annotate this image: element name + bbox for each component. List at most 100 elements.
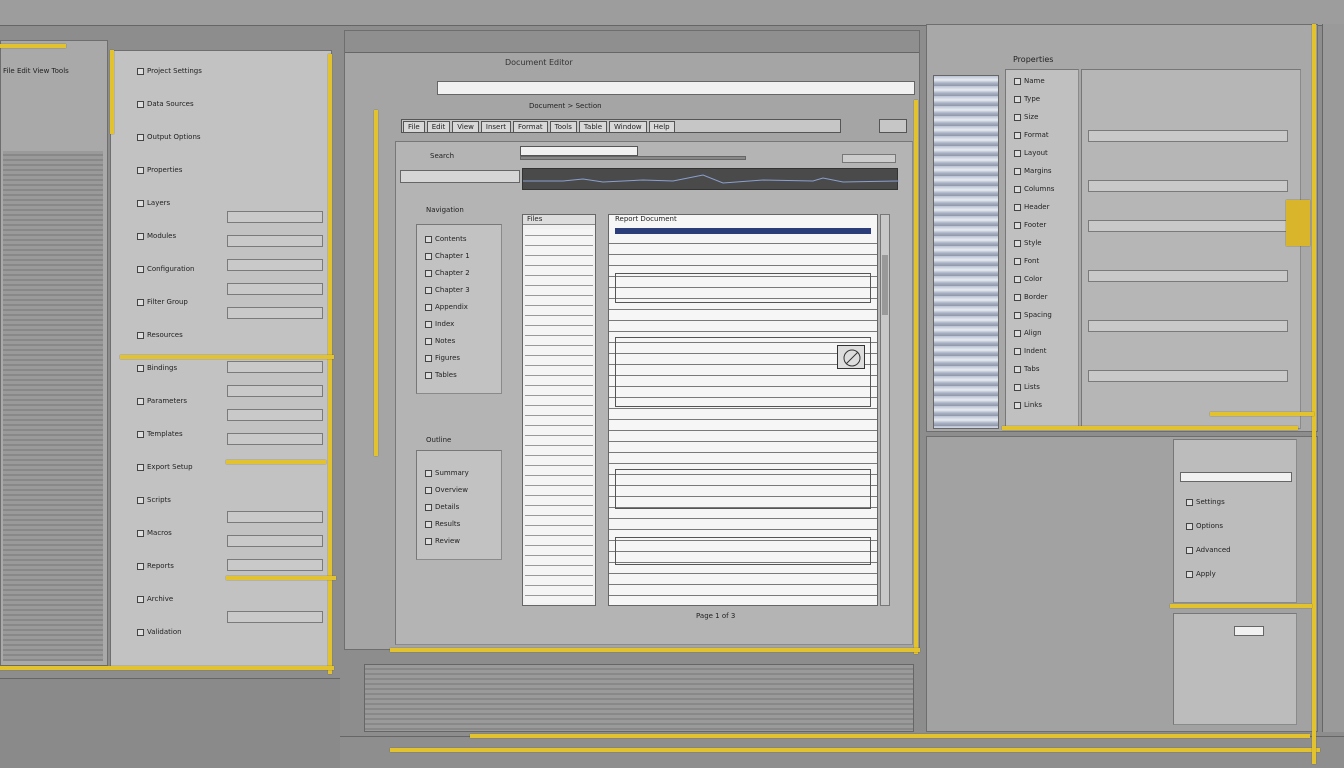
left-tree-item[interactable]: Data Sources <box>131 88 227 121</box>
field-4[interactable] <box>227 283 323 295</box>
apply-field[interactable] <box>1234 626 1264 636</box>
folder-icon <box>425 320 432 328</box>
nav-item[interactable]: Figures <box>419 350 501 367</box>
toolbar-tab[interactable]: Insert <box>480 121 511 133</box>
left-tree-item-label: Export Setup <box>147 463 193 471</box>
path-field[interactable] <box>400 170 520 183</box>
nav-item[interactable]: Chapter 3 <box>419 282 501 299</box>
field-8[interactable] <box>227 409 323 421</box>
right-prop-item[interactable]: Font <box>1008 252 1078 270</box>
value-field-2[interactable] <box>1088 180 1288 192</box>
left-tree-item[interactable]: Filter Group <box>131 286 227 319</box>
nav-item[interactable]: Index <box>419 316 501 333</box>
left-tree-item[interactable]: Reports <box>131 550 227 583</box>
settings-item[interactable]: Options <box>1180 514 1292 538</box>
right-prop-item[interactable]: Style <box>1008 234 1078 252</box>
document-scrollbar[interactable] <box>880 214 890 606</box>
right-prop-item[interactable]: Spacing <box>1008 306 1078 324</box>
right-prop-item[interactable]: Columns <box>1008 180 1078 198</box>
field-10[interactable] <box>227 511 323 523</box>
left-tree-item[interactable]: Modules <box>131 220 227 253</box>
right-prop-item[interactable]: Lists <box>1008 378 1078 396</box>
right-prop-item[interactable]: Footer <box>1008 216 1078 234</box>
right-prop-item[interactable]: Border <box>1008 288 1078 306</box>
nav-item[interactable]: Chapter 2 <box>419 265 501 282</box>
nav-item-label: Chapter 2 <box>435 269 470 277</box>
left-tree-item[interactable]: Output Options <box>131 121 227 154</box>
value-field-6[interactable] <box>1088 370 1288 382</box>
outline-item[interactable]: Results <box>419 516 501 533</box>
toolbar-tab[interactable]: View <box>452 121 479 133</box>
right-prop-item[interactable]: Header <box>1008 198 1078 216</box>
settings-item[interactable]: Apply <box>1180 562 1292 586</box>
right-prop-item[interactable]: Tabs <box>1008 360 1078 378</box>
search-go-button[interactable] <box>842 154 896 163</box>
waveform-graphic <box>523 174 900 184</box>
nav-item[interactable]: Notes <box>419 333 501 350</box>
right-prop-item[interactable]: Links <box>1008 396 1078 414</box>
outline-item[interactable]: Overview <box>419 482 501 499</box>
address-bar[interactable] <box>437 81 915 95</box>
outline-item[interactable]: Review <box>419 533 501 550</box>
left-tree-item[interactable]: Templates <box>131 418 227 451</box>
right-prop-item[interactable]: Align <box>1008 324 1078 342</box>
left-tree-item[interactable]: Properties <box>131 154 227 187</box>
outline-item[interactable]: Summary <box>419 465 501 482</box>
toolbar-tab[interactable]: Window <box>609 121 647 133</box>
field-12[interactable] <box>227 559 323 571</box>
right-prop-item[interactable]: Format <box>1008 126 1078 144</box>
settings-item[interactable]: Settings <box>1180 490 1292 514</box>
left-tree-item[interactable]: Macros <box>131 517 227 550</box>
right-prop-item[interactable]: Size <box>1008 108 1078 126</box>
field-9[interactable] <box>227 433 323 445</box>
right-prop-item[interactable]: Color <box>1008 270 1078 288</box>
field-7[interactable] <box>227 385 323 397</box>
field-3[interactable] <box>227 259 323 271</box>
search-slider[interactable] <box>520 156 746 160</box>
document-scrollbar-thumb[interactable] <box>882 255 888 315</box>
left-tree-item[interactable]: Scripts <box>131 484 227 517</box>
toolbar-tab[interactable]: Table <box>578 121 608 133</box>
field-13[interactable] <box>227 611 323 623</box>
field-5[interactable] <box>227 307 323 319</box>
left-tree-item[interactable]: Validation <box>131 616 227 649</box>
nav-item[interactable]: Tables <box>419 367 501 384</box>
toolbar-tab[interactable]: Edit <box>426 121 451 133</box>
document-page[interactable]: Report Document <box>608 214 878 606</box>
right-prop-item[interactable]: Indent <box>1008 342 1078 360</box>
value-field-4[interactable] <box>1088 270 1288 282</box>
file-list[interactable]: Files <box>522 214 596 606</box>
toolbar-tab[interactable]: File <box>403 121 425 133</box>
field-1[interactable] <box>227 211 323 223</box>
left-tree-item[interactable]: Export Setup <box>131 451 227 484</box>
toolbar-tab[interactable]: Help <box>648 121 675 133</box>
left-tree-item[interactable]: Project Settings <box>131 55 227 88</box>
value-field-3[interactable] <box>1088 220 1288 232</box>
settings-input[interactable] <box>1180 472 1292 482</box>
value-field-1[interactable] <box>1088 130 1288 142</box>
field-6[interactable] <box>227 361 323 373</box>
right-prop-item-label: Lists <box>1024 383 1040 391</box>
right-prop-item[interactable]: Layout <box>1008 144 1078 162</box>
left-tree-item[interactable]: Parameters <box>131 385 227 418</box>
left-tree-item[interactable]: Resources <box>131 319 227 352</box>
settings-item[interactable]: Advanced <box>1180 538 1292 562</box>
toolbar-tab[interactable]: Format <box>512 121 548 133</box>
left-tree-item[interactable]: Configuration <box>131 253 227 286</box>
right-prop-item[interactable]: Margins <box>1008 162 1078 180</box>
right-prop-item[interactable]: Type <box>1008 90 1078 108</box>
left-tree-item[interactable]: Archive <box>131 583 227 616</box>
toolbar-close-button[interactable] <box>879 119 907 133</box>
nav-item[interactable]: Chapter 1 <box>419 248 501 265</box>
field-2[interactable] <box>227 235 323 247</box>
folder-icon <box>137 298 144 306</box>
nav-item[interactable]: Contents <box>419 231 501 248</box>
right-prop-item[interactable]: Name <box>1008 72 1078 90</box>
field-11[interactable] <box>227 535 323 547</box>
toolbar-tab[interactable]: Tools <box>549 121 577 133</box>
outline-item[interactable]: Details <box>419 499 501 516</box>
left-tree-item[interactable]: Layers <box>131 187 227 220</box>
nav-item[interactable]: Appendix <box>419 299 501 316</box>
value-field-5[interactable] <box>1088 320 1288 332</box>
search-input[interactable] <box>520 146 638 156</box>
